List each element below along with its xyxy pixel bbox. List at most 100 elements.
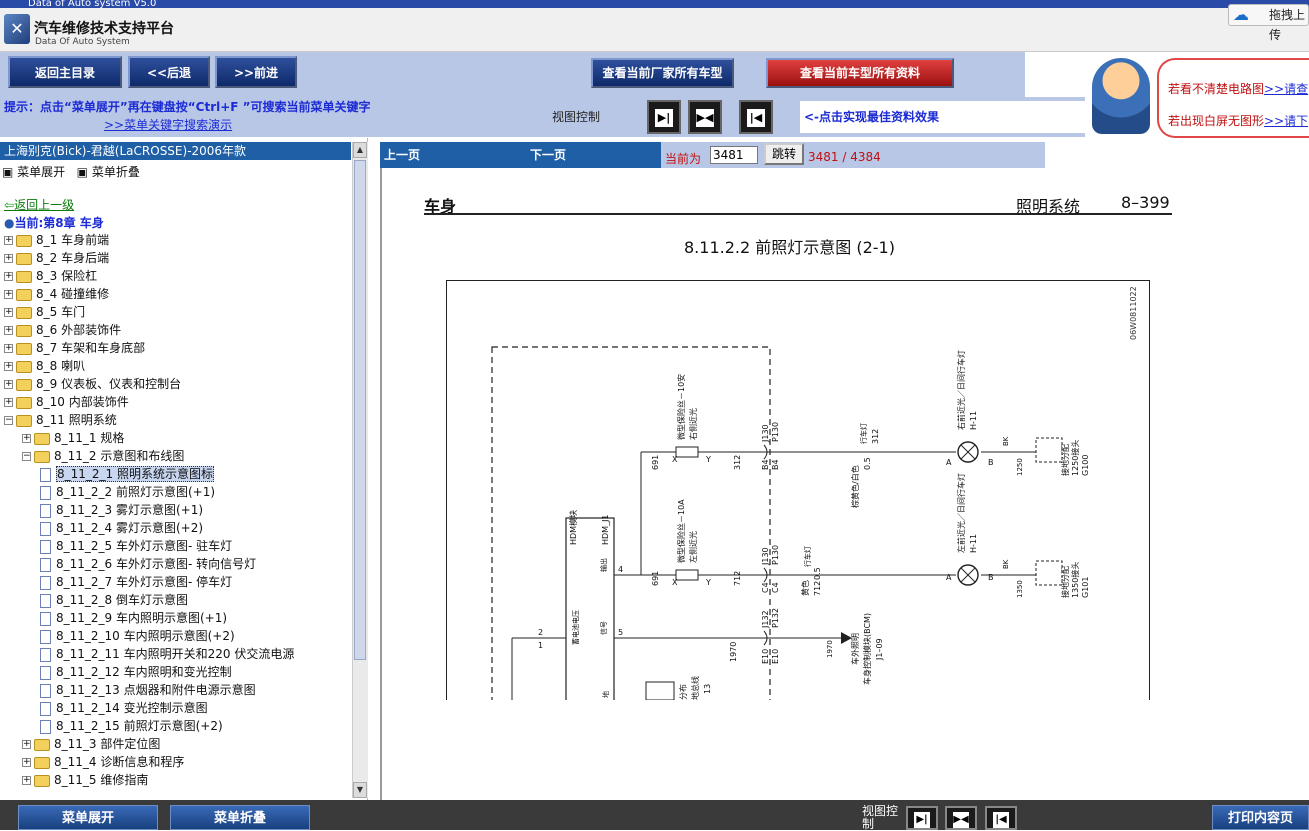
expand-icon[interactable]: + xyxy=(4,326,13,335)
tree-folder-item[interactable]: +8_11_3 部件定位图 xyxy=(22,735,160,753)
notice-link-1[interactable]: >>请查 xyxy=(1264,82,1308,96)
tree-folder-item[interactable]: +8_11_4 诊断信息和程序 xyxy=(22,753,184,771)
tree-folder-item[interactable]: +8_3 保险杠 xyxy=(4,267,97,285)
ground-left-icon xyxy=(1035,560,1063,586)
tree-item-label: 8_11_2_13 点烟器和附件电源示意图 xyxy=(56,683,256,697)
tree-folder-item[interactable]: +8_4 碰撞维修 xyxy=(4,285,109,303)
bottom-view-fit-page-button[interactable]: ▶◀ xyxy=(945,806,977,830)
tree-doc-item[interactable]: 8_11_2_2 前照灯示意图(+1) xyxy=(40,483,215,501)
tree-item-label: 8_10 内部装饰件 xyxy=(36,395,129,409)
expand-icon[interactable]: + xyxy=(4,362,13,371)
tree-doc-item[interactable]: 8_11_2_13 点烟器和附件电源示意图 xyxy=(40,681,256,699)
tree-doc-item[interactable]: 8_11_2_12 车内照明和变光控制 xyxy=(40,663,232,681)
tree-item-label: 8_6 外部装饰件 xyxy=(36,323,122,337)
tree-doc-item[interactable]: 8_11_2_10 车内照明示意图(+2) xyxy=(40,627,235,645)
tree-folder-item[interactable]: +8_8 喇叭 xyxy=(4,357,85,375)
all-info-button[interactable]: 查看当前车型所有资料 xyxy=(766,58,954,88)
tree-doc-item[interactable]: 8_11_2_14 变光控制示意图 xyxy=(40,699,208,717)
vehicle-breadcrumb: 上海别克(Bick)-君越(LaCROSSE)-2006年款 xyxy=(0,142,351,160)
page-number-input[interactable] xyxy=(710,146,758,164)
bottom-collapse-button[interactable]: 菜单折叠 xyxy=(170,805,310,830)
menu-collapse-link[interactable]: 菜单折叠 xyxy=(92,165,140,179)
jump-button[interactable]: 跳转 xyxy=(764,143,804,165)
tree-doc-item[interactable]: 8_11_2_5 车外灯示意图- 驻车灯 xyxy=(40,537,232,555)
tree-folder-item[interactable]: +8_5 车门 xyxy=(4,303,85,321)
tree-scroll-thumb[interactable] xyxy=(354,160,366,660)
fuse-left-icon xyxy=(675,569,699,581)
tree-item-label: 8_11_2_15 前照灯示意图(+2) xyxy=(56,719,223,733)
tree-doc-item[interactable]: 8_11_2_4 雾灯示意图(+2) xyxy=(40,519,203,537)
tree-doc-item[interactable]: 8_11_2_3 雾灯示意图(+1) xyxy=(40,501,203,519)
expand-icon[interactable]: + xyxy=(22,776,31,785)
tree-folder-item[interactable]: +8_6 外部装饰件 xyxy=(4,321,121,339)
current-page-label: 当前为 xyxy=(665,152,702,166)
tree-folder-item[interactable]: +8_1 车身前端 xyxy=(4,231,109,249)
bcm-label: 车外照明 xyxy=(850,633,860,665)
bcm-sub: 车身控制模块(BCM) xyxy=(862,613,872,685)
bottom-view-collapse-button[interactable]: |◀ xyxy=(985,806,1017,830)
forward-button[interactable]: >>前进 xyxy=(215,56,297,88)
folder-icon xyxy=(16,324,32,337)
expand-icon[interactable]: + xyxy=(4,290,13,299)
node-1250: 1250 xyxy=(1016,458,1024,476)
collapse-icon[interactable]: − xyxy=(22,452,31,461)
wire-right-size: 0.5 xyxy=(863,457,872,470)
bottom-expand-button[interactable]: 菜单展开 xyxy=(18,805,158,830)
tree-doc-item[interactable]: 8_11_2_6 车外灯示意图- 转向信号灯 xyxy=(40,555,256,573)
cloud-icon: ☁ xyxy=(1233,5,1249,24)
home-button[interactable]: 返回主目录 xyxy=(8,56,122,88)
prev-page-link[interactable]: 上一页 xyxy=(384,146,420,163)
app-header xyxy=(0,8,1309,52)
next-page-link[interactable]: 下一页 xyxy=(530,146,566,163)
tree-doc-item[interactable]: 8_11_2_11 车内照明开关和220 伏交流电源 xyxy=(40,645,294,663)
tree-doc-item[interactable]: 8_11_2_7 车外灯示意图- 停车灯 xyxy=(40,573,232,591)
tree-doc-item[interactable]: 8_11_2_9 车内照明示意图(+1) xyxy=(40,609,227,627)
tree-item-label: 8_7 车架和车身底部 xyxy=(36,341,146,355)
expand-icon[interactable]: + xyxy=(4,308,13,317)
ground-left-code: G101 xyxy=(1081,577,1090,598)
all-models-button[interactable]: 查看当前厂家所有车型 xyxy=(591,58,734,88)
tree-folder-item[interactable]: +8_7 车架和车身底部 xyxy=(4,339,145,357)
expand-icon[interactable]: + xyxy=(4,398,13,407)
tree-folder-item[interactable]: − 8_11_2 示意图和布线图 xyxy=(22,447,184,465)
tree-folder-item[interactable]: +8_2 车身后端 xyxy=(4,249,109,267)
print-button[interactable]: 打印内容页 xyxy=(1212,805,1309,830)
view-fit-width-button[interactable]: ▶| xyxy=(647,100,681,134)
collapse-icon[interactable]: − xyxy=(4,416,13,425)
tree-doc-item[interactable]: 8_11_2_1 照明系统示意图标 xyxy=(40,465,214,483)
expand-icon[interactable]: + xyxy=(4,254,13,263)
arrow-right-icon: ▶| xyxy=(914,812,930,828)
expand-icon[interactable]: + xyxy=(22,740,31,749)
bottom-view-fit-width-button[interactable]: ▶| xyxy=(906,806,938,830)
tree-folder-item[interactable]: +8_11_5 维修指南 xyxy=(22,771,148,789)
view-collapse-button[interactable]: |◀ xyxy=(739,100,773,134)
expand-icon[interactable]: + xyxy=(4,272,13,281)
tree-doc-item[interactable]: 8_11_2_15 前照灯示意图(+2) xyxy=(40,717,223,735)
back-arrow-icon: ⇦ xyxy=(4,198,15,212)
scroll-down-icon[interactable]: ▼ xyxy=(353,782,367,798)
search-demo-link[interactable]: >>菜单关键字搜索演示 xyxy=(104,116,232,133)
expand-icon[interactable]: + xyxy=(4,380,13,389)
tree-folder-item[interactable]: +8_10 内部装饰件 xyxy=(4,393,129,411)
hdm-label: HDM模块 xyxy=(568,510,578,545)
expand-icon[interactable]: + xyxy=(4,344,13,353)
node-1970-a: 1970 xyxy=(729,642,738,662)
view-fit-page-button[interactable]: ▶◀ xyxy=(688,100,722,134)
expand-icon[interactable]: + xyxy=(22,434,31,443)
menu-expand-link[interactable]: 菜单展开 xyxy=(17,165,65,179)
back-up-link[interactable]: ⇦返回上一级 xyxy=(4,196,74,213)
bottom-view-label: 视图控制 xyxy=(862,804,899,831)
back-button[interactable]: <<后退 xyxy=(128,56,210,88)
tree-folder-item[interactable]: − 8_11 照明系统 xyxy=(4,411,117,429)
tree-folder-item[interactable]: +8_9 仪表板、仪表和控制台 xyxy=(4,375,181,393)
tree-doc-item[interactable]: 8_11_2_8 倒车灯示意图 xyxy=(40,591,188,609)
expand-icon[interactable]: + xyxy=(22,758,31,767)
notice-link-2[interactable]: >>请下 xyxy=(1264,114,1308,128)
expand-square-icon: ▣ xyxy=(2,165,14,179)
conn-p130-left: P130 xyxy=(771,545,780,565)
wire-left-size: 0.5 xyxy=(813,567,822,580)
tree-folder-item[interactable]: +8_11_1 规格 xyxy=(22,429,124,447)
scroll-up-icon[interactable]: ▲ xyxy=(353,142,367,158)
expand-icon[interactable]: + xyxy=(4,236,13,245)
ground-dist-icon xyxy=(645,681,675,700)
